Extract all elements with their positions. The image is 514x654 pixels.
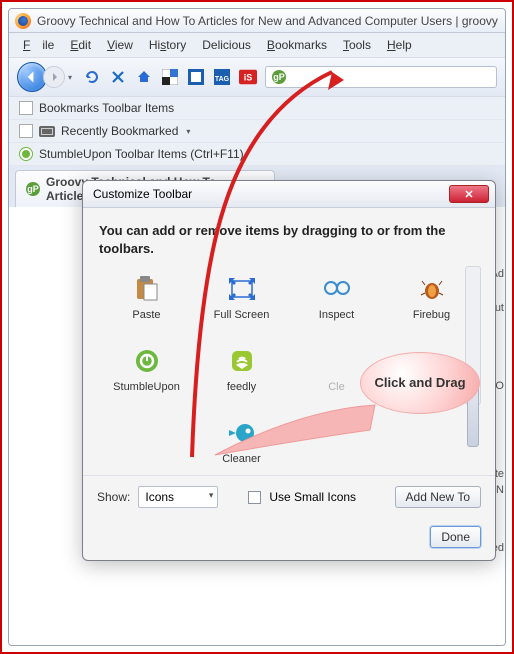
delicious-icon <box>162 69 178 85</box>
item-stumbleupon[interactable]: StumbleUpon <box>105 347 188 393</box>
annotation-callout: Click and Drag <box>340 352 480 432</box>
add-new-toolbar-button[interactable]: Add New To <box>395 486 481 508</box>
is-icon: iS <box>239 69 257 85</box>
stop-button[interactable] <box>109 68 127 86</box>
svg-text:iS: iS <box>244 73 253 83</box>
item-paste[interactable]: Paste <box>105 275 188 321</box>
close-icon: ✕ <box>464 188 473 201</box>
nav-buttons: ▾ <box>17 62 75 92</box>
forward-button[interactable] <box>43 66 65 88</box>
bookmarks-toolbar-items[interactable]: Bookmarks Toolbar Items <box>39 101 174 115</box>
item-fullscreen[interactable]: Full Screen <box>200 275 283 321</box>
nav-toolbar: ▾ TAG iS gP gP <box>9 58 505 97</box>
inspect-icon <box>323 280 351 298</box>
chevron-down-icon[interactable]: ▾ <box>186 127 190 136</box>
window-title: Groovy Technical and How To Articles for… <box>37 14 498 28</box>
fullscreen-icon <box>229 278 255 300</box>
show-select[interactable]: Icons <box>138 486 218 508</box>
titlebar: Groovy Technical and How To Articles for… <box>9 9 505 33</box>
menu-delicious[interactable]: Delicious <box>196 36 257 54</box>
site-icon: gP <box>272 70 286 84</box>
menu-edit[interactable]: Edit <box>64 36 97 54</box>
stumbleupon-toolbar[interactable]: StumbleUpon Toolbar Items (Ctrl+F11) <box>39 147 244 161</box>
show-label: Show: <box>97 490 130 504</box>
callout-tail <box>210 400 380 460</box>
dialog-titlebar: Customize Toolbar ✕ <box>83 181 495 208</box>
menu-help[interactable]: Help <box>381 36 418 54</box>
forward-arrow-icon <box>49 72 59 82</box>
folder-icon <box>19 101 33 115</box>
url-bar[interactable]: gP gP <box>265 66 497 88</box>
paste-icon <box>135 276 159 302</box>
tag-stack-icon <box>39 126 55 137</box>
nav-history-dropdown[interactable]: ▾ <box>65 63 75 91</box>
menu-tools[interactable]: Tools <box>337 36 377 54</box>
toolbar-button-2[interactable] <box>187 68 205 86</box>
box-icon <box>188 69 204 85</box>
menu-file[interactable]: File <box>17 36 60 54</box>
close-button[interactable]: ✕ <box>449 185 489 203</box>
site-icon: gP <box>26 182 40 196</box>
svg-text:TAG: TAG <box>215 76 230 83</box>
stumbleupon-row: StumbleUpon Toolbar Items (Ctrl+F11) <box>9 143 505 166</box>
stumbleupon-icon <box>135 349 159 373</box>
dialog-message: You can add or remove items by dragging … <box>99 222 479 257</box>
menu-view[interactable]: View <box>101 36 139 54</box>
item-firebug[interactable]: Firebug <box>390 275 473 321</box>
item-label: Full Screen <box>214 309 270 321</box>
home-button[interactable] <box>135 68 153 86</box>
item-label: StumbleUpon <box>113 381 180 393</box>
recently-bookmarked[interactable]: Recently Bookmarked <box>61 124 178 138</box>
small-icons-checkbox[interactable] <box>248 491 261 504</box>
recently-bookmarked-row: Recently Bookmarked ▾ <box>9 120 505 143</box>
callout-text: Click and Drag <box>374 376 465 390</box>
folder-icon <box>19 124 33 138</box>
firebug-icon <box>420 277 444 301</box>
delicious-button[interactable] <box>161 68 179 86</box>
bg-text: ut <box>495 302 504 314</box>
stumbleupon-icon <box>19 147 33 161</box>
home-icon <box>136 69 152 85</box>
menu-history[interactable]: History <box>143 36 192 54</box>
item-inspect[interactable]: Inspect <box>295 275 378 321</box>
show-value: Icons <box>145 490 174 504</box>
item-label: Inspect <box>319 309 354 321</box>
item-label: Firebug <box>413 309 450 321</box>
menubar: File Edit View History Delicious Bookmar… <box>9 33 505 58</box>
item-label: feedly <box>227 381 256 393</box>
callout-bubble: Click and Drag <box>360 352 480 414</box>
tag-button[interactable]: TAG <box>213 68 231 86</box>
dialog-footer: Show: Icons Use Small Icons Add New To <box>83 475 495 518</box>
stop-icon <box>111 70 125 84</box>
is-button[interactable]: iS <box>239 68 257 86</box>
item-label: Paste <box>132 309 160 321</box>
done-button[interactable]: Done <box>430 526 481 548</box>
tag-icon: TAG <box>214 69 230 85</box>
dialog-title: Customize Toolbar <box>93 187 192 201</box>
bookmarks-toolbar-row: Bookmarks Toolbar Items <box>9 97 505 120</box>
item-feedly[interactable]: feedly <box>200 347 283 393</box>
small-icons-label: Use Small Icons <box>269 490 356 504</box>
reload-button[interactable] <box>83 68 101 86</box>
menu-bookmarks[interactable]: Bookmarks <box>261 36 333 54</box>
back-arrow-icon <box>25 70 39 84</box>
feedly-icon <box>230 349 254 373</box>
reload-icon <box>84 69 100 85</box>
firefox-icon <box>15 13 31 29</box>
